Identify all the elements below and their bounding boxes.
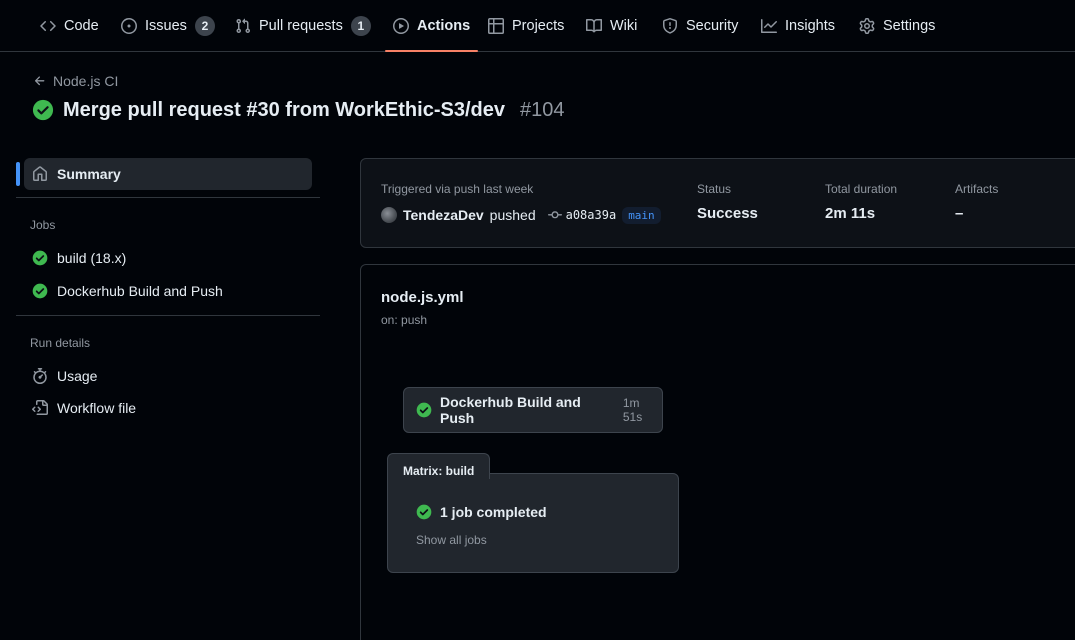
- avatar[interactable]: [381, 207, 397, 223]
- sidebar-item-workflow-file[interactable]: Workflow file: [24, 392, 312, 424]
- workflow-file-label: Workflow file: [57, 400, 137, 416]
- check-circle-fill-icon: [416, 402, 432, 418]
- job-label: build (18.x): [57, 250, 127, 266]
- commit-link[interactable]: a08a39a: [547, 208, 617, 222]
- tab-issues-label: Issues: [145, 18, 187, 34]
- back-to-workflow-link[interactable]: Node.js CI: [33, 72, 118, 90]
- stopwatch-icon: [32, 368, 48, 384]
- shield-icon: [662, 18, 678, 34]
- repo-nav: Code Issues 2 Pull requests 1 Actions Pr…: [0, 0, 1075, 52]
- sidebar-divider: [16, 315, 320, 316]
- job-label: Dockerhub Build and Push: [57, 283, 223, 299]
- tab-pull-requests-label: Pull requests: [259, 18, 343, 34]
- run-title-text: Merge pull request #30 from WorkEthic-S3…: [63, 98, 505, 121]
- branch-label[interactable]: main: [622, 206, 661, 224]
- check-circle-fill-icon: [32, 99, 54, 121]
- job-card-name: Dockerhub Build and Push: [440, 394, 581, 426]
- tab-settings-label: Settings: [883, 18, 936, 34]
- tab-issues[interactable]: Issues 2: [121, 0, 215, 52]
- sidebar-divider: [16, 197, 320, 198]
- tab-security[interactable]: Security: [662, 0, 738, 52]
- matrix-group: 1 job completed Show all jobs: [387, 473, 679, 573]
- sidebar-item-job-build[interactable]: build (18.x): [24, 242, 312, 274]
- workflow-trigger: on: push: [381, 313, 428, 327]
- run-number: #104: [519, 98, 565, 121]
- tab-projects-label: Projects: [512, 18, 565, 34]
- selected-indicator: [16, 162, 20, 186]
- matrix-completed-row[interactable]: 1 job completed: [416, 504, 547, 520]
- matrix-completed-label: 1 job completed: [440, 504, 547, 520]
- git-pull-request-icon: [235, 18, 251, 34]
- table-icon: [488, 18, 504, 34]
- sidebar-item-summary[interactable]: Summary: [24, 158, 312, 190]
- active-tab-underline: [385, 50, 479, 52]
- code-icon: [40, 18, 56, 34]
- file-code-icon: [32, 400, 48, 416]
- run-details-section-title: Run details: [30, 336, 91, 350]
- sidebar-item-summary-label: Summary: [57, 166, 121, 182]
- tab-actions-label: Actions: [417, 18, 471, 34]
- check-circle-fill-icon: [32, 283, 48, 299]
- issue-opened-icon: [121, 18, 137, 34]
- status-label: Status: [697, 182, 732, 196]
- trigger-label: Triggered via push last week: [381, 182, 534, 196]
- matrix-title: Matrix: build: [387, 453, 490, 479]
- book-icon: [586, 18, 602, 34]
- workflow-file-name[interactable]: node.js.yml: [381, 289, 464, 306]
- arrow-left-icon: [33, 74, 47, 88]
- job-card-duration: 1m 51s: [622, 396, 643, 424]
- check-circle-fill-icon: [416, 504, 432, 520]
- check-circle-fill-icon: [32, 250, 48, 266]
- graph-icon: [761, 18, 777, 34]
- commit-sha: a08a39a: [565, 208, 617, 222]
- tab-insights[interactable]: Insights: [761, 0, 835, 52]
- duration-label: Total duration: [825, 182, 898, 196]
- jobs-section-title: Jobs: [30, 218, 56, 232]
- gear-icon: [859, 18, 875, 34]
- artifacts-value: –: [955, 205, 964, 222]
- tab-security-label: Security: [686, 18, 739, 34]
- tab-actions[interactable]: Actions: [385, 0, 479, 52]
- play-icon: [393, 18, 409, 34]
- sidebar-item-usage[interactable]: Usage: [24, 360, 312, 392]
- job-card-dockerhub[interactable]: Dockerhub Build and Push 1m 51s: [403, 387, 663, 433]
- issues-count-badge: 2: [194, 16, 215, 36]
- tab-pull-requests[interactable]: Pull requests 1: [235, 0, 371, 52]
- tab-projects[interactable]: Projects: [488, 0, 564, 52]
- trigger-details: TendezaDev pushed a08a39a main: [381, 205, 661, 225]
- home-icon: [32, 166, 48, 182]
- sidebar-item-job-dockerhub[interactable]: Dockerhub Build and Push: [24, 275, 312, 307]
- pull-requests-count-badge: 1: [350, 16, 371, 36]
- usage-label: Usage: [57, 368, 98, 384]
- show-all-jobs-link[interactable]: Show all jobs: [416, 533, 487, 547]
- page-title: Merge pull request #30 from WorkEthic-S3…: [32, 96, 564, 124]
- workflow-graph-panel: node.js.yml on: push Dockerhub Build and…: [360, 264, 1075, 640]
- tab-settings[interactable]: Settings: [859, 0, 935, 52]
- run-summary-box: Triggered via push last week TendezaDev …: [360, 158, 1075, 248]
- back-link-label: Node.js CI: [53, 73, 119, 89]
- duration-value: 2m 11s: [825, 205, 876, 222]
- tab-code-label: Code: [64, 18, 99, 34]
- git-commit-icon: [547, 208, 562, 222]
- tab-insights-label: Insights: [785, 18, 835, 34]
- actor-link[interactable]: TendezaDev: [403, 207, 484, 223]
- tab-wiki-label: Wiki: [610, 18, 638, 34]
- artifacts-label: Artifacts: [955, 182, 999, 196]
- status-value: Success: [697, 205, 758, 222]
- tab-wiki[interactable]: Wiki: [586, 0, 637, 52]
- tab-code[interactable]: Code: [40, 0, 99, 52]
- action-text: pushed: [489, 207, 536, 223]
